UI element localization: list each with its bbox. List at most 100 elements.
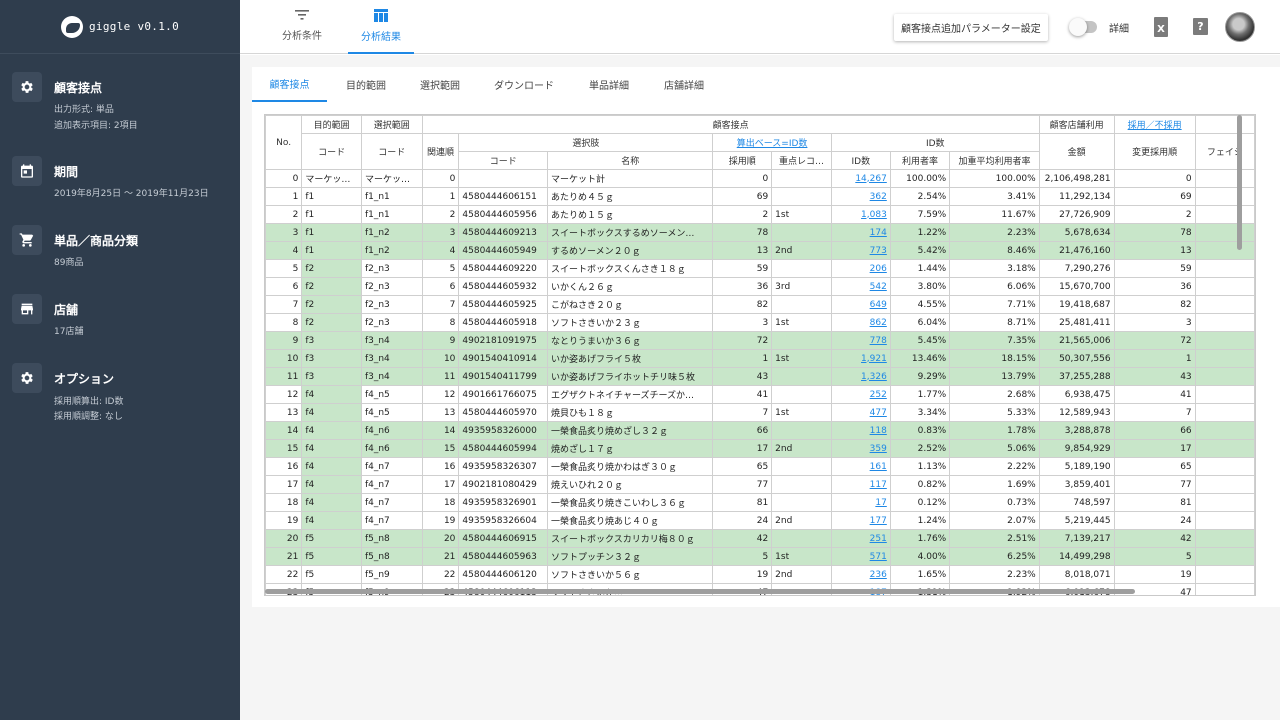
id-count-link[interactable]: 773 <box>870 246 887 256</box>
customer-touchpoint-param-button[interactable]: 顧客接点追加パラメーター設定 <box>894 14 1048 41</box>
table-row[interactable]: 11 f3 f3_n4 11 4901540411799 いか姿あげフライホットチリ味５枚… <box>265 367 1255 386</box>
cell-idsu-link[interactable]: 571 <box>830 547 891 566</box>
id-count-link[interactable]: 542 <box>870 282 887 292</box>
table-row[interactable]: 12 f4 f4_n5 12 4901661766075 エグザクトネイチャーズチーズか…… <box>265 385 1255 404</box>
cell-idsu-link[interactable]: 1,326 <box>830 367 891 386</box>
excel-export-icon[interactable]: X <box>1154 17 1168 37</box>
subtab-download[interactable]: ダウンロード <box>484 67 564 102</box>
sidebar-item-tenpo[interactable]: 店舗 17店舗 <box>12 294 232 339</box>
id-count-link[interactable]: 252 <box>870 390 887 400</box>
cell-no: 2 <box>265 205 303 224</box>
table-row[interactable]: 0 マーケッ… マーケッ… 0 マーケット計 0 14,267 100.00% 100.00% 2… <box>265 169 1255 188</box>
cell-kingaku: 7,139,217 <box>1038 529 1115 548</box>
table-row[interactable]: 19 f4 f4_n7 19 4935958326604 一榮食品炙り焼あじ４０ｇ 24 2n… <box>265 511 1255 530</box>
cell-idsu-link[interactable]: 862 <box>830 313 891 332</box>
id-count-link[interactable]: 251 <box>870 534 887 544</box>
sidebar-item-kokyaku[interactable]: 顧客接点 出力形式: 単品 追加表示項目: 2項目 <box>12 72 232 132</box>
cell-idsu-link[interactable]: 174 <box>830 223 891 242</box>
tab-analysis-results[interactable]: 分析結果 <box>348 0 414 54</box>
id-count-link[interactable]: 17 <box>875 498 886 508</box>
tab-analysis-conditions[interactable]: 分析条件 <box>274 0 330 54</box>
brand[interactable]: giggle v0.1.0 <box>0 0 240 54</box>
header-calc-base-link[interactable]: 算出ベース=ID数 <box>712 133 832 152</box>
sidebar-item-option[interactable]: オプション 採用順算出: ID数 採用順調整: なし <box>12 363 232 423</box>
table-row[interactable]: 6 f2 f2_n3 6 4580444605932 いかくん２６ｇ 36 3rd 542 3.8… <box>265 277 1255 296</box>
table-row[interactable]: 5 f2 f2_n3 5 4580444609220 スイートボックスくんさき１８ｇ 59 2… <box>265 259 1255 278</box>
table-row[interactable]: 9 f3 f3_n4 9 4902181091975 なとりうまいか３６ｇ 72 778 5.4… <box>265 331 1255 350</box>
table-row[interactable]: 3 f1 f1_n2 3 4580444609213 スイートボックスするめソーメン… 78… <box>265 223 1255 242</box>
cell-idsu-link[interactable]: 118 <box>830 421 891 440</box>
table-row[interactable]: 21 f5 f5_n8 21 4580444605963 ソフトプッチン３２ｇ 5 1st 57… <box>265 547 1255 566</box>
table-row[interactable]: 1 f1 f1_n1 1 4580444606151 あたりめ４５ｇ 69 362 2.54% 3… <box>265 187 1255 206</box>
vertical-scrollbar[interactable] <box>1237 115 1242 250</box>
cell-idsu-link[interactable]: 177 <box>830 511 891 530</box>
detail-toggle[interactable] <box>1069 18 1097 36</box>
table-row[interactable]: 2 f1 f1_n1 2 4580444605956 あたりめ１５ｇ 2 1st 1,083 7.… <box>265 205 1255 224</box>
cell-idsu-link[interactable]: 477 <box>830 403 891 422</box>
cell-idsu-link[interactable]: 773 <box>830 241 891 260</box>
id-count-link[interactable]: 14,267 <box>855 174 887 184</box>
id-count-link[interactable]: 571 <box>870 552 887 562</box>
id-count-link[interactable]: 118 <box>870 426 887 436</box>
cell-idsu-link[interactable]: 14,267 <box>830 169 891 188</box>
cell-idsu-link[interactable]: 362 <box>830 187 891 206</box>
table-row[interactable]: 10 f3 f3_n4 10 4901540410914 いか姿あげフライ５枚 1 1st 1,… <box>265 349 1255 368</box>
id-count-link[interactable]: 206 <box>870 264 887 274</box>
cell-idsu-link[interactable]: 359 <box>830 439 891 458</box>
cell-idsu-link[interactable]: 117 <box>830 475 891 494</box>
id-count-link[interactable]: 117 <box>870 480 887 490</box>
sidebar-item-tanpin[interactable]: 単品／商品分類 89商品 <box>12 225 232 270</box>
cell-mokuteki-code: f4 <box>301 511 362 530</box>
cell-idsu-link[interactable]: 236 <box>830 565 891 584</box>
subtab-tenpo-detail[interactable]: 店舗詳細 <box>649 67 719 102</box>
horizontal-scrollbar[interactable] <box>265 589 1135 594</box>
table-row[interactable]: 13 f4 f4_n5 13 4580444605970 焼貝ひも１８ｇ 7 1st 477 3.… <box>265 403 1255 422</box>
subtab-sentaku[interactable]: 選択範囲 <box>405 67 475 102</box>
id-count-link[interactable]: 862 <box>870 318 887 328</box>
sidebar-item-kikan[interactable]: 期間 2019年8月25日 〜 2019年11月23日 <box>12 156 232 206</box>
id-count-link[interactable]: 359 <box>870 444 887 454</box>
table-row[interactable]: 22 f5 f5_n9 22 4580444606120 ソフトさきいか５６ｇ 19 2nd 2… <box>265 565 1255 584</box>
header-adopt-reject-link[interactable]: 採用／不採用 <box>1113 115 1196 134</box>
id-count-link[interactable]: 362 <box>870 192 887 202</box>
id-count-link[interactable]: 649 <box>870 300 887 310</box>
cell-idsu-link[interactable]: 161 <box>830 457 891 476</box>
avatar[interactable] <box>1225 12 1255 42</box>
cell-idsu-link[interactable]: 251 <box>830 529 891 548</box>
id-count-link[interactable]: 161 <box>870 462 887 472</box>
cell-idsu-link[interactable]: 778 <box>830 331 891 350</box>
subtab-kokyaku[interactable]: 顧客接点 <box>252 67 327 102</box>
cell-idsu-link[interactable]: 649 <box>830 295 891 314</box>
id-count-link[interactable]: 177 <box>870 516 887 526</box>
table-row[interactable]: 14 f4 f4_n6 14 4935958326000 一榮食品炙り焼めざし３２ｇ 66 1… <box>265 421 1255 440</box>
table-row[interactable]: 16 f4 f4_n7 16 4935958326307 一榮食品炙り焼かわはぎ３０ｇ 65… <box>265 457 1255 476</box>
table-row[interactable]: 8 f2 f2_n3 8 4580444605918 ソフトさきいか２３ｇ 3 1st 862 6… <box>265 313 1255 332</box>
table-row[interactable]: 15 f4 f4_n6 15 4580444605994 焼めざし１７ｇ 17 2nd 359 2… <box>265 439 1255 458</box>
cell-no: 6 <box>265 277 303 296</box>
id-count-link[interactable]: 236 <box>870 570 887 580</box>
id-count-link[interactable]: 1,921 <box>861 354 887 364</box>
cell-idsu-link[interactable]: 542 <box>830 277 891 296</box>
id-count-link[interactable]: 477 <box>870 408 887 418</box>
cell-idsu-link[interactable]: 252 <box>830 385 891 404</box>
help-icon[interactable]: ? <box>1193 18 1208 35</box>
id-count-link[interactable]: 778 <box>870 336 887 346</box>
cell-idsu-link[interactable]: 206 <box>830 259 891 278</box>
cell-idsu-link[interactable]: 1,083 <box>830 205 891 224</box>
table-row[interactable]: 7 f2 f2_n3 7 4580444605925 こがねさき２０ｇ 82 649 4.55%… <box>265 295 1255 314</box>
cell-kaju: 5.06% <box>949 439 1040 458</box>
subtab-mokuteki[interactable]: 目的範囲 <box>331 67 401 102</box>
cell-idsu-link[interactable]: 1,921 <box>830 349 891 368</box>
table-row[interactable]: 18 f4 f4_n7 18 4935958326901 一榮食品炙り焼きこいわし３６ｇ 8… <box>265 493 1255 512</box>
table-row[interactable]: 17 f4 f4_n7 17 4902181080429 焼えいひれ２０ｇ 77 117 0.8… <box>265 475 1255 494</box>
id-count-link[interactable]: 1,083 <box>861 210 887 220</box>
cell-face <box>1194 349 1255 368</box>
cell-henko: 24 <box>1113 511 1196 530</box>
cell-idsu-link[interactable]: 17 <box>830 493 891 512</box>
table-row[interactable]: 20 f5 f5_n8 20 4580444606915 スイートボックスカリカリ梅８０ｇ… <box>265 529 1255 548</box>
id-count-link[interactable]: 1,326 <box>861 372 887 382</box>
table-row[interactable]: 4 f1 f1_n2 4 4580444605949 するめソーメン２０ｇ 13 2nd 773… <box>265 241 1255 260</box>
subtab-tanpin-detail[interactable]: 単品詳細 <box>574 67 644 102</box>
id-count-link[interactable]: 174 <box>870 228 887 238</box>
cell-kingaku: 9,854,929 <box>1038 439 1115 458</box>
